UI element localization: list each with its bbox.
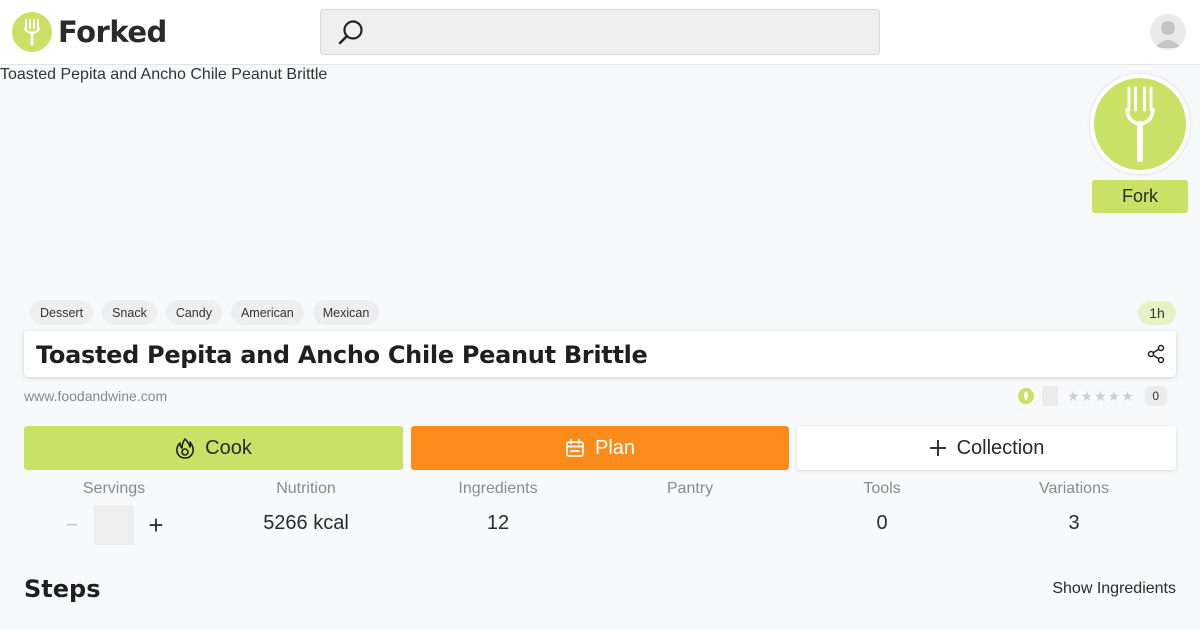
tools-value: 0 (876, 512, 888, 534)
fork-button[interactable]: Fork (1092, 180, 1188, 213)
ingredients-label: Ingredients (458, 480, 538, 497)
decrease-servings-button[interactable]: − (60, 512, 84, 538)
stat-tools[interactable]: Tools 0 (786, 480, 978, 536)
nutrition-label: Nutrition (276, 480, 336, 497)
stat-nutrition[interactable]: Nutrition 5266 kcal (210, 480, 402, 536)
pantry-label: Pantry (666, 480, 714, 497)
tag-american[interactable]: American (230, 300, 304, 325)
tag-mexican[interactable]: Mexican (312, 300, 380, 325)
stat-pantry[interactable]: Pantry (594, 480, 786, 536)
servings-stepper[interactable]: − + (60, 505, 168, 545)
calendar-icon (566, 438, 584, 457)
tools-label: Tools (863, 480, 901, 497)
source-link[interactable]: www.foodandwine.com (24, 388, 167, 404)
fork-icon[interactable] (1090, 74, 1190, 174)
stat-servings: Servings (18, 480, 210, 498)
tag-dessert[interactable]: Dessert (30, 300, 94, 325)
tag-list: Dessert Snack Candy American Mexican (30, 300, 380, 325)
nutrition-value: 5266 kcal (263, 512, 349, 534)
servings-input[interactable] (94, 505, 134, 545)
search-input[interactable] (320, 9, 880, 55)
search-icon (337, 19, 365, 52)
fork-logo-icon (12, 12, 52, 52)
variations-label: Variations (1039, 480, 1109, 497)
show-ingredients-button[interactable]: Show Ingredients (1052, 580, 1176, 598)
plus-icon (929, 440, 946, 456)
plan-button-label: Plan (594, 436, 636, 459)
rating: ★★★★★ 0 (1018, 386, 1167, 406)
leaf-icon (1018, 388, 1034, 404)
collection-button[interactable]: Collection (797, 426, 1176, 470)
fork-badge: Fork (1090, 74, 1190, 213)
stat-variations[interactable]: Variations 3 (978, 480, 1170, 536)
flame-icon (176, 438, 195, 459)
user-avatar-icon[interactable] (1150, 14, 1186, 50)
hero-image: Toasted Pepita and Ancho Chile Peanut Br… (0, 66, 327, 84)
ingredients-value: 12 (486, 512, 510, 534)
plan-button[interactable]: Plan (411, 426, 789, 470)
pantry-value (594, 512, 786, 536)
cook-button-label: Cook (205, 436, 252, 459)
rating-count: 0 (1144, 386, 1167, 406)
star-rating-icon[interactable]: ★★★★★ (1067, 388, 1135, 405)
title-card: Toasted Pepita and Ancho Chile Peanut Br… (24, 331, 1176, 377)
logo-text: Forked (58, 15, 167, 49)
servings-label: Servings (82, 480, 146, 497)
cook-button[interactable]: Cook (24, 426, 403, 470)
stat-ingredients[interactable]: Ingredients 12 (402, 480, 594, 536)
variations-value: 3 (1068, 512, 1080, 534)
time-badge: 1h (1138, 301, 1176, 325)
share-icon[interactable] (1146, 344, 1166, 369)
collection-button-label: Collection (956, 436, 1045, 459)
hero-image-alt: Toasted Pepita and Ancho Chile Peanut Br… (0, 66, 328, 83)
top-bar: Forked (0, 0, 1200, 65)
tag-candy[interactable]: Candy (165, 300, 222, 325)
steps-heading: Steps (24, 575, 101, 603)
increase-servings-button[interactable]: + (144, 510, 168, 541)
tag-snack[interactable]: Snack (102, 300, 157, 325)
recipe-title: Toasted Pepita and Ancho Chile Peanut Br… (36, 341, 648, 369)
logo[interactable]: Forked (12, 12, 167, 52)
rating-box[interactable] (1042, 386, 1058, 406)
